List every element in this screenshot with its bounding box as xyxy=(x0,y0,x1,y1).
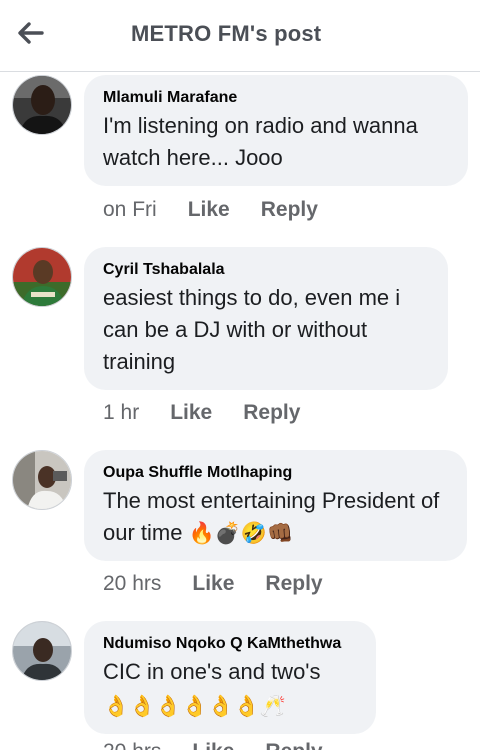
like-button[interactable]: Like xyxy=(188,198,230,222)
comment-timestamp[interactable]: on Fri xyxy=(103,198,157,222)
comment-timestamp[interactable]: 1 hr xyxy=(103,401,139,425)
like-button[interactable]: Like xyxy=(192,740,234,750)
comment-actions: 20 hrs Like Reply xyxy=(103,740,323,750)
comment-bubble: Mlamuli Marafane I'm listening on radio … xyxy=(84,75,468,186)
comment-timestamp[interactable]: 20 hrs xyxy=(103,740,161,750)
like-button[interactable]: Like xyxy=(192,572,234,596)
comment-author[interactable]: Ndumiso Nqoko Q KaMthethwa xyxy=(103,634,357,654)
comment-author[interactable]: Cyril Tshabalala xyxy=(103,260,429,280)
comment-actions: 20 hrs Like Reply xyxy=(103,572,323,596)
avatar-image xyxy=(13,248,71,306)
comment-bubble: Cyril Tshabalala easiest things to do, e… xyxy=(84,247,448,390)
comment-actions: on Fri Like Reply xyxy=(103,198,318,222)
avatar-image xyxy=(13,622,71,680)
comment-bubble: Ndumiso Nqoko Q KaMthethwa CIC in one's … xyxy=(84,621,376,734)
reply-button[interactable]: Reply xyxy=(265,572,322,596)
app-header: METRO FM's post xyxy=(0,0,480,72)
back-button[interactable] xyxy=(18,16,58,50)
page-title: METRO FM's post xyxy=(131,21,322,46)
comment-actions: 1 hr Like Reply xyxy=(103,401,300,425)
comment-author[interactable]: Oupa Shuffle Motlhaping xyxy=(103,463,448,483)
avatar[interactable] xyxy=(12,450,72,510)
avatar-image xyxy=(13,451,71,509)
emoji-reactions: 👌👌👌👌👌👌🥂 xyxy=(103,694,287,718)
avatar[interactable] xyxy=(12,621,72,681)
emoji-reactions: 🔥💣🤣👊🏾 xyxy=(188,521,294,545)
comment-timestamp[interactable]: 20 hrs xyxy=(103,572,161,596)
avatar-image xyxy=(13,76,71,134)
comment-text: easiest things to do, even me i can be a… xyxy=(103,285,401,374)
avatar[interactable] xyxy=(12,247,72,307)
comment-text: The most entertaining President of our t… xyxy=(103,485,448,549)
comment-text: CIC in one's and two's xyxy=(103,659,321,684)
reply-button[interactable]: Reply xyxy=(243,401,300,425)
reply-button[interactable]: Reply xyxy=(261,198,318,222)
comment-bubble: Oupa Shuffle Motlhaping The most enterta… xyxy=(84,450,467,561)
like-button[interactable]: Like xyxy=(170,401,212,425)
comment-text: I'm listening on radio and wanna watch h… xyxy=(103,113,418,170)
comment-author[interactable]: Mlamuli Marafane xyxy=(103,88,449,108)
avatar[interactable] xyxy=(12,75,72,135)
reply-button[interactable]: Reply xyxy=(265,740,322,750)
arrow-left-icon xyxy=(18,22,44,44)
